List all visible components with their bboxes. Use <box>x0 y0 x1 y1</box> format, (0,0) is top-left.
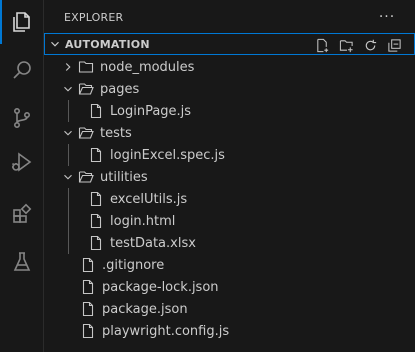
chevron-down-icon <box>60 125 76 141</box>
testing-view-button[interactable] <box>0 240 44 284</box>
tree-item-label: excelUtils.js <box>110 191 188 207</box>
run-debug-view-button[interactable] <box>0 140 44 184</box>
tree-item-label: playwright.config.js <box>102 323 230 339</box>
refresh-icon[interactable] <box>360 35 380 55</box>
files-icon <box>13 12 30 32</box>
tree-folder-row[interactable]: utilities <box>44 166 415 188</box>
file-icon <box>80 257 96 273</box>
tree-item-label: .gitignore <box>102 257 165 273</box>
chevron-down-icon <box>60 169 76 185</box>
tree-item-label: package-lock.json <box>102 279 219 295</box>
tree-item-label: pages <box>100 81 140 97</box>
tree-file-row[interactable]: package-lock.json <box>44 276 415 298</box>
workspace-section-header[interactable]: AUTOMATION <box>44 33 415 55</box>
indent-guide <box>68 100 69 122</box>
file-icon <box>88 235 104 251</box>
tree-folder-row[interactable]: tests <box>44 122 415 144</box>
indent-guide <box>68 232 69 254</box>
new-file-icon[interactable] <box>312 35 332 55</box>
tree-item-label: LoginPage.js <box>110 103 192 119</box>
file-tree: node_modulespages LoginPage.js tests loginE… <box>44 56 415 342</box>
folder-open-icon <box>78 169 94 185</box>
folder-icon <box>78 59 94 75</box>
extensions-icon <box>13 203 32 223</box>
search-icon <box>13 61 31 79</box>
tree-file-row[interactable]: login.html <box>44 210 415 232</box>
more-actions-icon[interactable]: ··· <box>377 8 397 26</box>
explorer-view-button[interactable] <box>0 0 44 44</box>
activity-bar <box>0 0 44 352</box>
folder-open-icon <box>78 125 94 141</box>
indent-guide <box>68 144 69 166</box>
search-view-button[interactable] <box>0 48 44 92</box>
tree-item-label: tests <box>100 125 132 141</box>
new-folder-icon[interactable] <box>336 35 356 55</box>
explorer-header: EXPLORER <box>44 0 415 34</box>
file-icon <box>80 323 96 339</box>
workspace-title: AUTOMATION <box>65 37 150 51</box>
file-icon <box>88 103 104 119</box>
tree-item-label: testData.xlsx <box>110 235 196 251</box>
run-debug-icon <box>11 152 32 172</box>
tree-item-label: utilities <box>100 169 148 185</box>
extensions-view-button[interactable] <box>0 192 44 236</box>
tree-file-row[interactable]: loginExcel.spec.js <box>44 144 415 166</box>
explorer-sidebar: EXPLORER ··· AUTOMATION node_modulespage… <box>44 0 415 352</box>
tree-file-row[interactable]: package.json <box>44 298 415 320</box>
explorer-title: EXPLORER <box>64 10 124 24</box>
chevron-down-icon <box>60 81 76 97</box>
tree-item-label: loginExcel.spec.js <box>110 147 225 163</box>
tree-item-label: node_modules <box>100 59 195 75</box>
tree-folder-row[interactable]: node_modules <box>44 56 415 78</box>
file-icon <box>80 279 96 295</box>
indent-guide <box>68 210 69 232</box>
file-icon <box>80 301 96 317</box>
tree-file-row[interactable]: excelUtils.js <box>44 188 415 210</box>
file-icon <box>88 147 104 163</box>
tree-file-row[interactable]: testData.xlsx <box>44 232 415 254</box>
tree-file-row[interactable]: LoginPage.js <box>44 100 415 122</box>
testing-icon <box>13 252 31 271</box>
source-control-icon <box>14 107 31 128</box>
folder-open-icon <box>78 81 94 97</box>
tree-item-label: login.html <box>110 213 176 229</box>
collapse-all-icon[interactable] <box>384 35 404 55</box>
indent-guide <box>68 188 69 210</box>
source-control-view-button[interactable] <box>0 96 44 140</box>
file-icon <box>88 191 104 207</box>
tree-item-label: package.json <box>102 301 188 317</box>
file-icon <box>88 213 104 229</box>
tree-file-row[interactable]: .gitignore <box>44 254 415 276</box>
chevron-right-icon <box>60 59 76 75</box>
tree-file-row[interactable]: playwright.config.js <box>44 320 415 342</box>
section-actions <box>312 34 404 56</box>
tree-folder-row[interactable]: pages <box>44 78 415 100</box>
chevron-down-icon <box>45 33 65 55</box>
